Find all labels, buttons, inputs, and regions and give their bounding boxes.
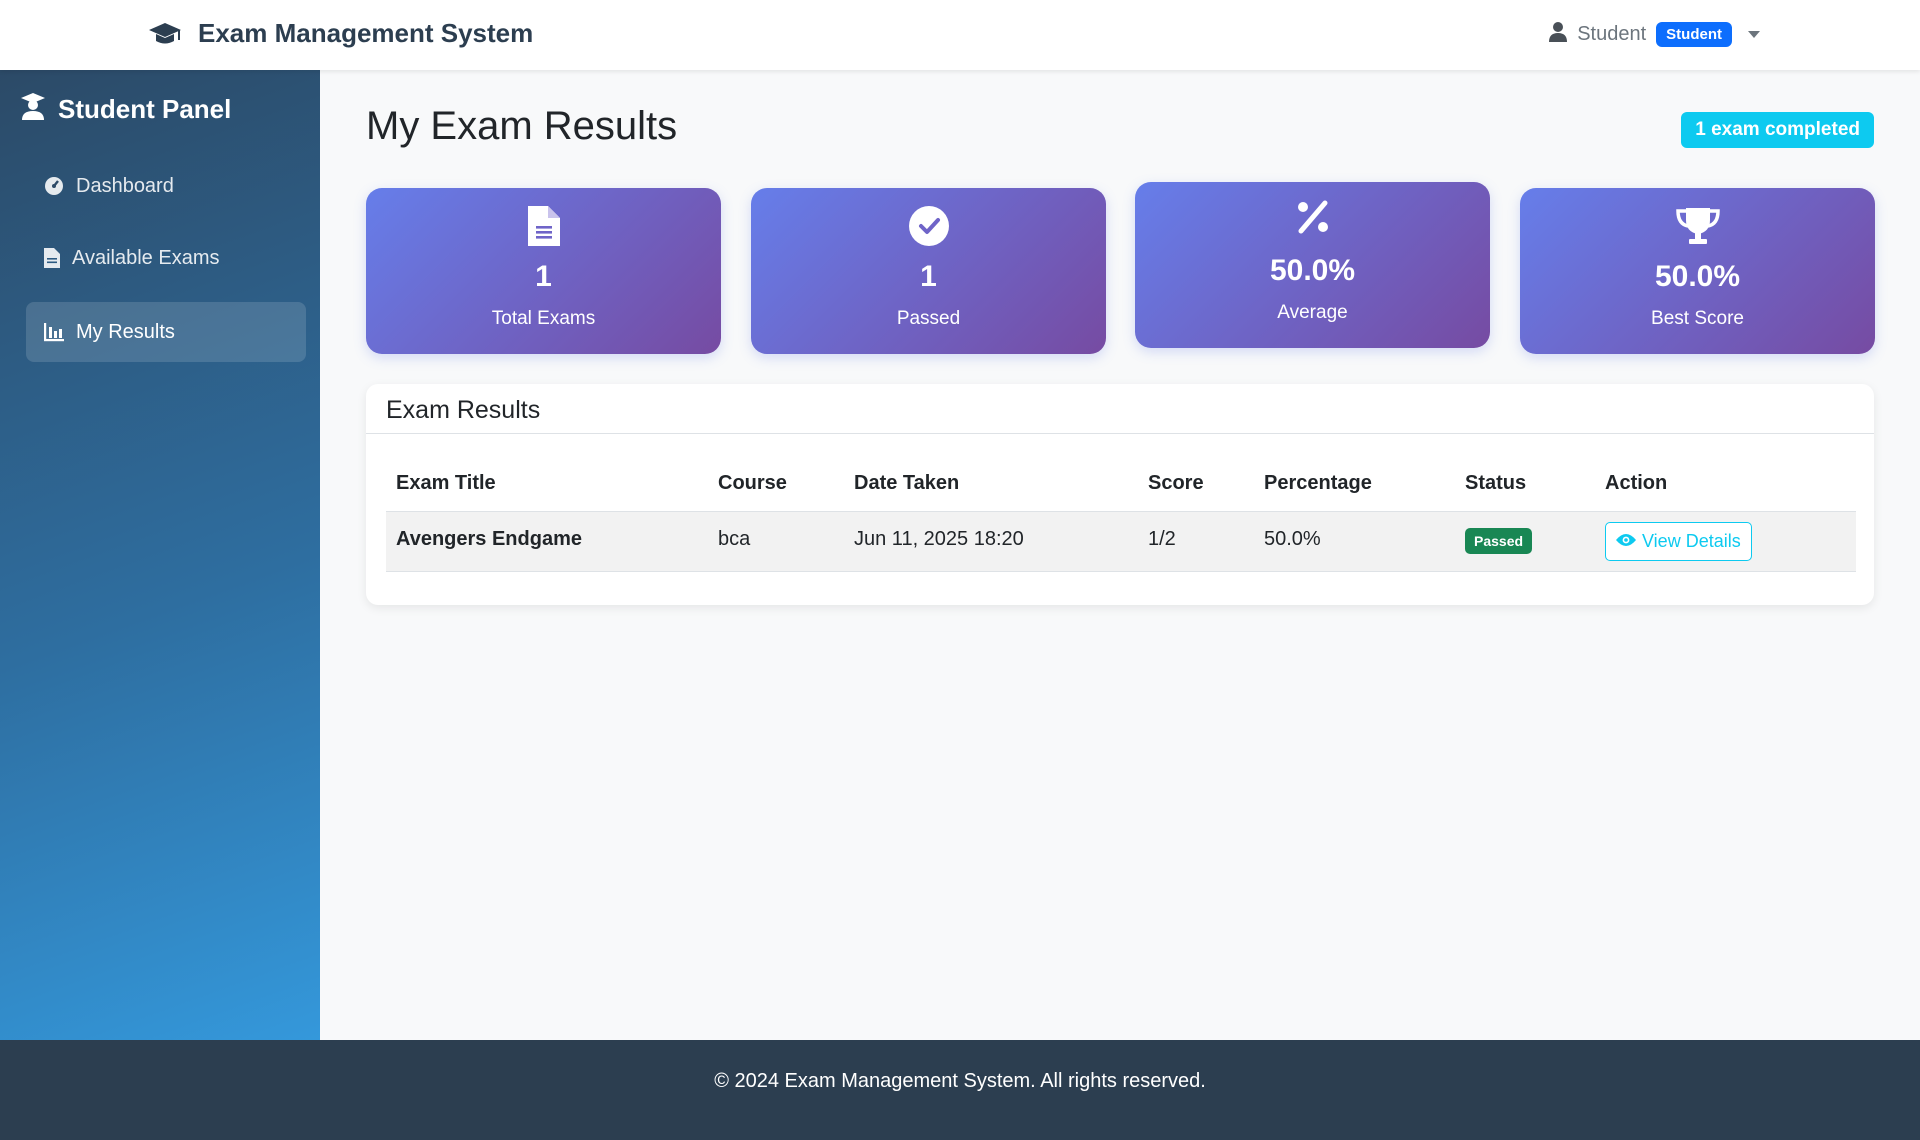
eye-icon bbox=[1616, 531, 1636, 552]
stat-label: Total Exams bbox=[491, 308, 596, 329]
cell-date-taken: Jun 11, 2025 18:20 bbox=[854, 528, 1024, 550]
cell-exam-title: Avengers Endgame bbox=[396, 528, 582, 550]
user-name: Student bbox=[1577, 23, 1647, 45]
sidebar-item-dashboard[interactable]: Dashboard bbox=[26, 156, 306, 216]
column-header-exam-title[interactable]: Exam Title bbox=[396, 472, 496, 495]
app-title: Exam Management System bbox=[198, 18, 534, 48]
chart-icon bbox=[44, 322, 64, 342]
sidebar-item-label: Dashboard bbox=[76, 174, 174, 197]
stat-label: Passed bbox=[896, 308, 961, 329]
user-menu[interactable]: Student Student bbox=[1549, 22, 1760, 47]
sidebar-title: Student Panel bbox=[20, 92, 231, 127]
user-icon bbox=[1549, 22, 1568, 47]
footer: © 2024 Exam Management System. All right… bbox=[0, 1040, 1920, 1140]
stat-card-passed: 1 Passed bbox=[751, 188, 1106, 354]
trophy-icon bbox=[1520, 206, 1875, 246]
stat-card-average: 50.0% Average bbox=[1135, 182, 1490, 348]
top-navbar: Exam Management System Student Student bbox=[0, 0, 1920, 70]
cell-percentage: 50.0% bbox=[1264, 528, 1321, 550]
brand[interactable]: Exam Management System bbox=[148, 18, 533, 49]
cell-score: 1/2 bbox=[1148, 528, 1176, 550]
view-details-label: View Details bbox=[1642, 531, 1741, 551]
footer-text: © 2024 Exam Management System. All right… bbox=[714, 1070, 1206, 1092]
results-card-title: Exam Results bbox=[366, 384, 1874, 434]
sidebar-item-label: My Results bbox=[76, 320, 175, 343]
sidebar-item-available-exams[interactable]: Available Exams bbox=[26, 228, 306, 288]
column-header-course[interactable]: Course bbox=[718, 472, 787, 495]
role-badge: Student bbox=[1656, 22, 1732, 47]
stat-value: 50.0% bbox=[1269, 254, 1356, 287]
user-graduate-icon bbox=[20, 92, 46, 127]
stat-card-best-score: 50.0% Best Score bbox=[1520, 188, 1875, 354]
stat-value: 50.0% bbox=[1654, 260, 1741, 293]
table-row: Avengers Endgame bca Jun 11, 2025 18:20 … bbox=[386, 512, 1856, 572]
file-text-icon bbox=[366, 206, 721, 246]
status-badge: Passed bbox=[1465, 528, 1533, 554]
sidebar-item-label: Available Exams bbox=[72, 246, 220, 269]
column-header-percentage[interactable]: Percentage bbox=[1264, 472, 1372, 495]
view-details-button[interactable]: View Details bbox=[1605, 522, 1752, 561]
cell-course: bca bbox=[718, 528, 751, 550]
check-circle-icon bbox=[751, 206, 1106, 246]
main-content: My Exam Results 1 exam completed 1 Total… bbox=[320, 70, 1920, 1040]
stat-card-total-exams: 1 Total Exams bbox=[366, 188, 721, 354]
sidebar-title-label: Student Panel bbox=[58, 94, 232, 124]
column-header-date-taken[interactable]: Date Taken bbox=[854, 472, 959, 495]
results-card: Exam Results Exam Title Course Date Take… bbox=[366, 384, 1874, 605]
percent-icon bbox=[1135, 200, 1490, 234]
table-header: Exam Title Course Date Taken Score Perce… bbox=[386, 454, 1856, 512]
page-title: My Exam Results bbox=[366, 104, 678, 148]
stat-label: Average bbox=[1277, 302, 1348, 323]
graduation-cap-icon bbox=[148, 21, 182, 47]
stat-value: 1 bbox=[920, 260, 937, 293]
sidebar: Student Panel Dashboard Available Exams … bbox=[0, 70, 320, 1040]
column-header-score[interactable]: Score bbox=[1148, 472, 1204, 495]
results-table: Exam Title Course Date Taken Score Perce… bbox=[386, 454, 1856, 572]
sidebar-item-my-results[interactable]: My Results bbox=[26, 302, 306, 362]
stat-label: Best Score bbox=[1651, 308, 1744, 329]
column-header-action: Action bbox=[1605, 472, 1668, 494]
stat-value: 1 bbox=[535, 260, 552, 293]
chevron-down-icon[interactable] bbox=[1748, 31, 1760, 38]
tachometer-icon bbox=[44, 176, 64, 196]
completed-badge: 1 exam completed bbox=[1681, 112, 1874, 148]
column-header-status[interactable]: Status bbox=[1465, 472, 1526, 495]
file-icon bbox=[44, 248, 60, 268]
